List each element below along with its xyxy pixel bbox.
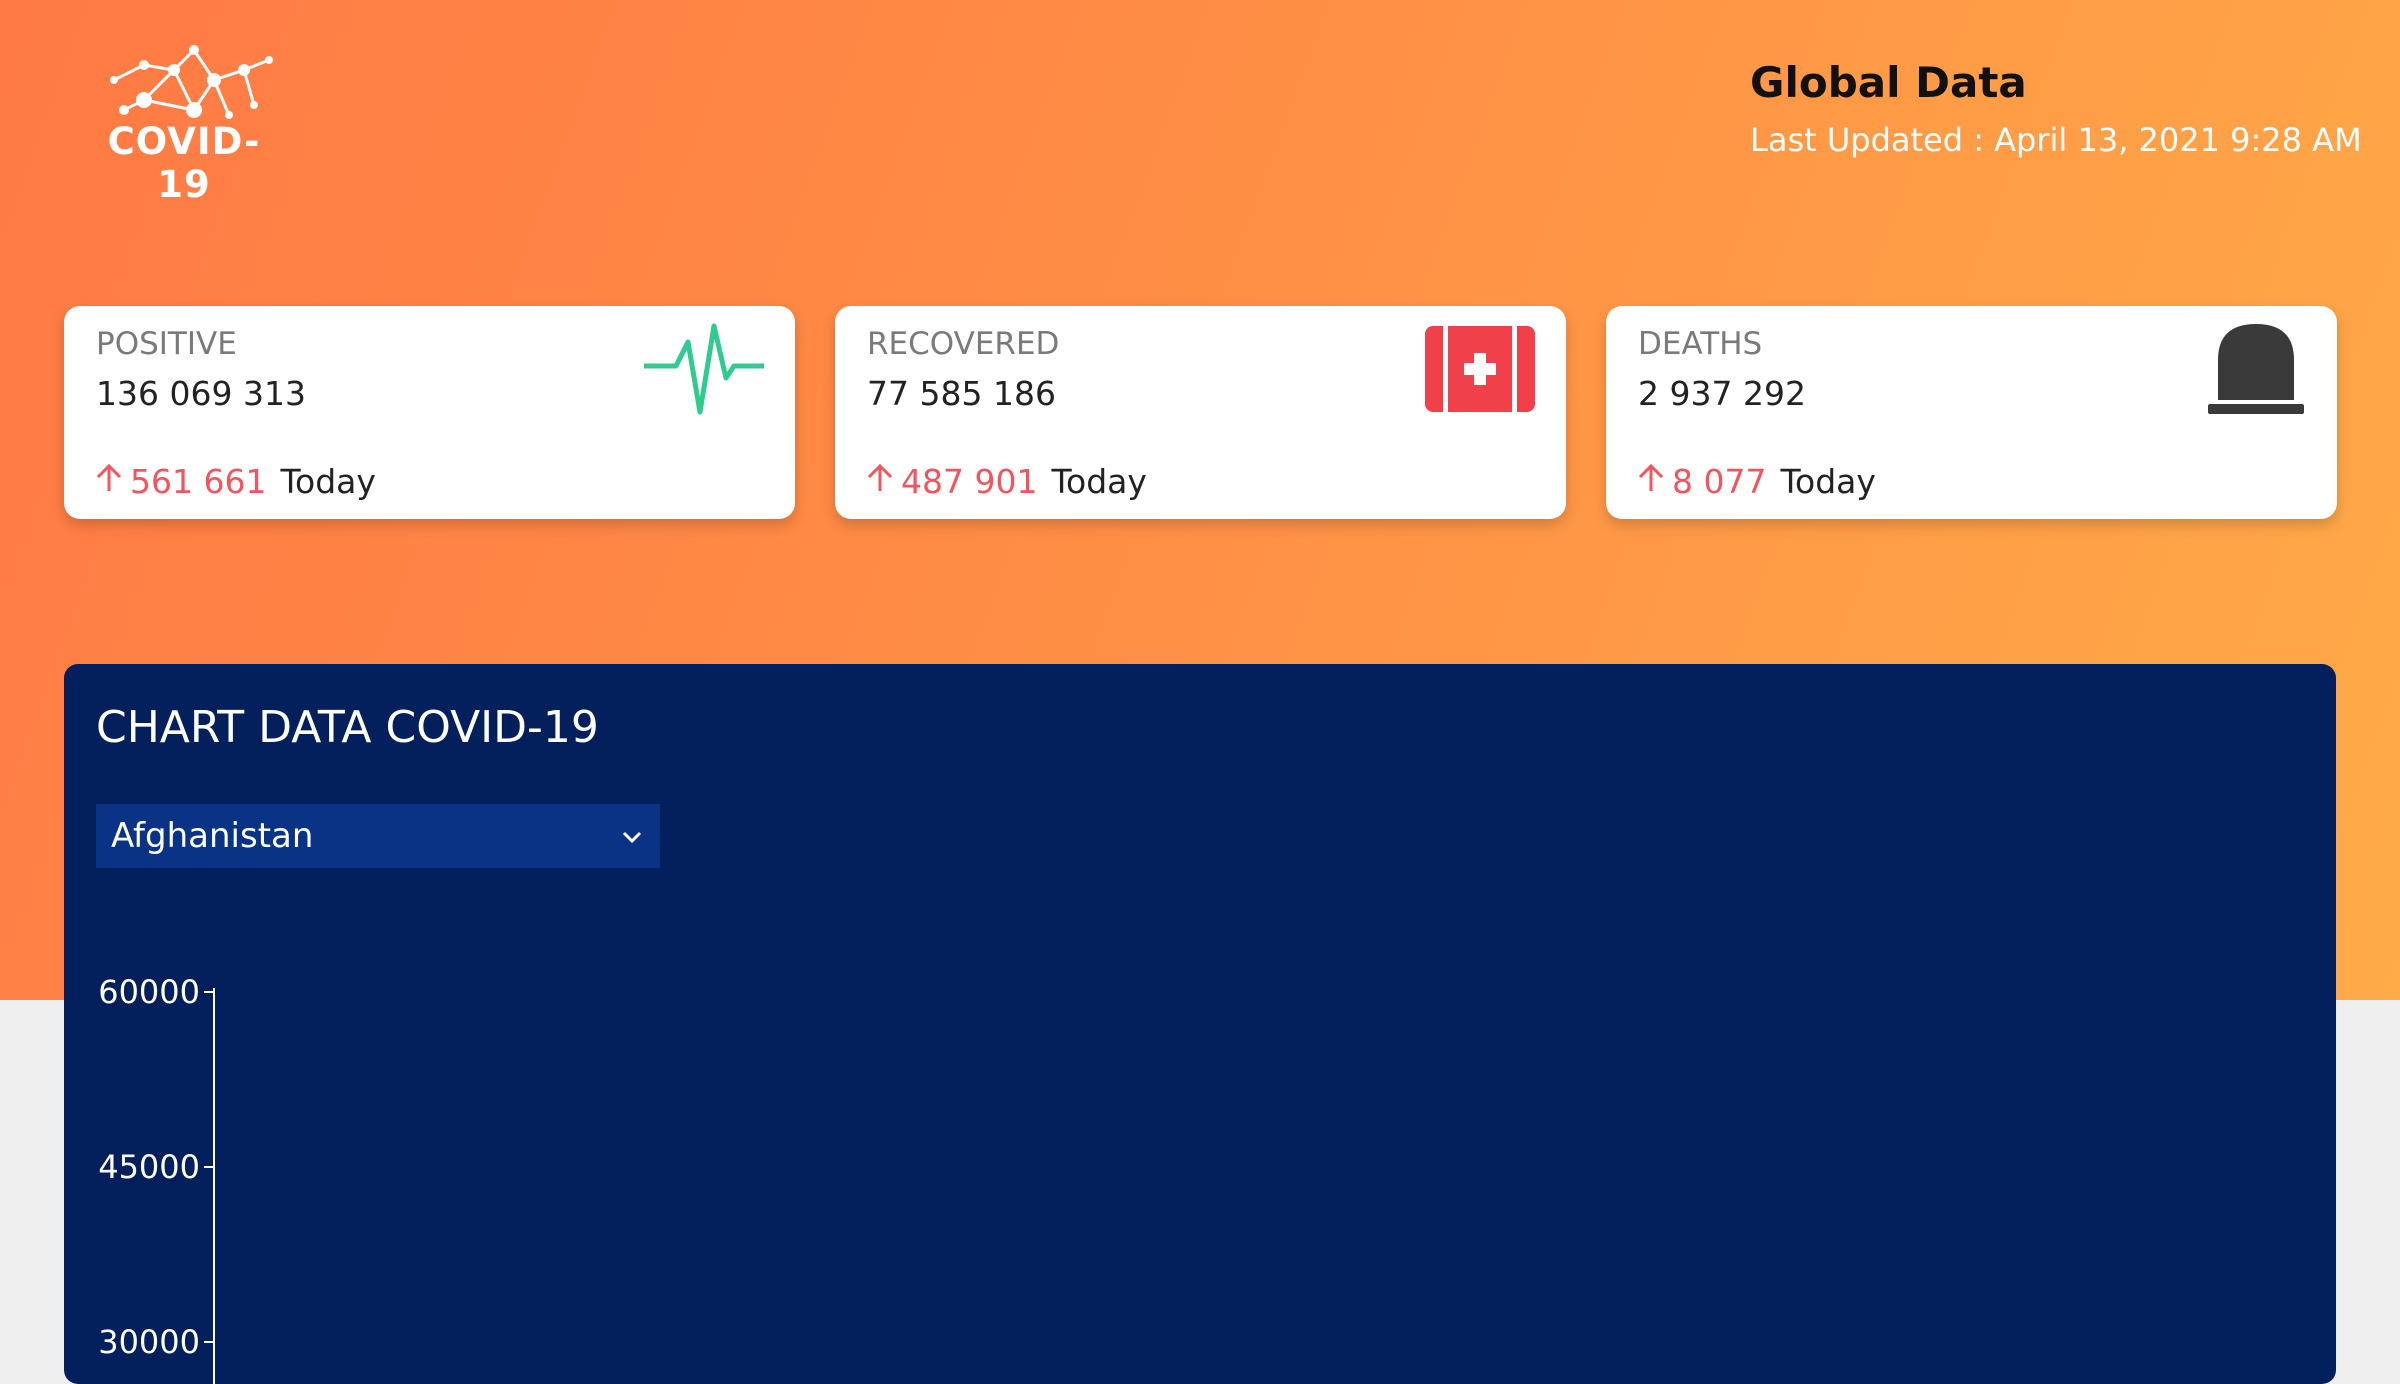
heartbeat-icon [642, 320, 766, 424]
delta-value: 487 901 [901, 462, 1038, 501]
covid-logo: COVID-19 [84, 40, 284, 206]
medical-kit-icon [1425, 326, 1535, 416]
global-data-header: Global Data Last Updated : April 13, 202… [1750, 58, 2362, 159]
delta-suffix: Today [1780, 462, 1876, 501]
card-delta: 487 901 Today [865, 462, 1147, 501]
y-tick-label: 45000 [98, 1148, 200, 1186]
card-label: DEATHS [1638, 326, 1763, 362]
country-select[interactable]: Afghanistan [96, 804, 660, 868]
country-select-value: Afghanistan [111, 816, 314, 856]
card-label: RECOVERED [867, 326, 1060, 362]
tombstone-icon [2206, 320, 2306, 424]
chart-y-axis: 60000 45000 30000 [98, 973, 215, 1384]
card-value: 136 069 313 [96, 374, 306, 413]
delta-value: 8 077 [1672, 462, 1767, 501]
recovered-card: RECOVERED 77 585 186 487 901 Today [835, 306, 1566, 519]
arrow-up-icon [1636, 462, 1666, 501]
last-updated-text: Last Updated : April 13, 2021 9:28 AM [1750, 121, 2362, 159]
chart-panel: CHART DATA COVID-19 Afghanistan 60000 450… [64, 664, 2336, 1384]
card-delta: 8 077 Today [1636, 462, 1876, 501]
y-tick-label: 60000 [98, 973, 200, 1011]
page-title: Global Data [1750, 58, 2027, 107]
arrow-up-icon [865, 462, 895, 501]
y-tick-label: 30000 [98, 1323, 200, 1361]
delta-suffix: Today [1051, 462, 1147, 501]
virus-network-icon [110, 45, 273, 119]
arrow-up-icon [94, 462, 124, 501]
card-delta: 561 661 Today [94, 462, 376, 501]
card-value: 77 585 186 [867, 374, 1056, 413]
logo-text: COVID-19 [107, 120, 261, 206]
card-value: 2 937 292 [1638, 374, 1806, 413]
delta-value: 561 661 [130, 462, 267, 501]
positive-card: POSITIVE 136 069 313 561 661 Today [64, 306, 795, 519]
chevron-down-icon [618, 820, 646, 848]
delta-suffix: Today [280, 462, 376, 501]
deaths-card: DEATHS 2 937 292 8 077 Today [1606, 306, 2337, 519]
chart-title: CHART DATA COVID-19 [96, 702, 599, 753]
card-label: POSITIVE [96, 326, 237, 362]
